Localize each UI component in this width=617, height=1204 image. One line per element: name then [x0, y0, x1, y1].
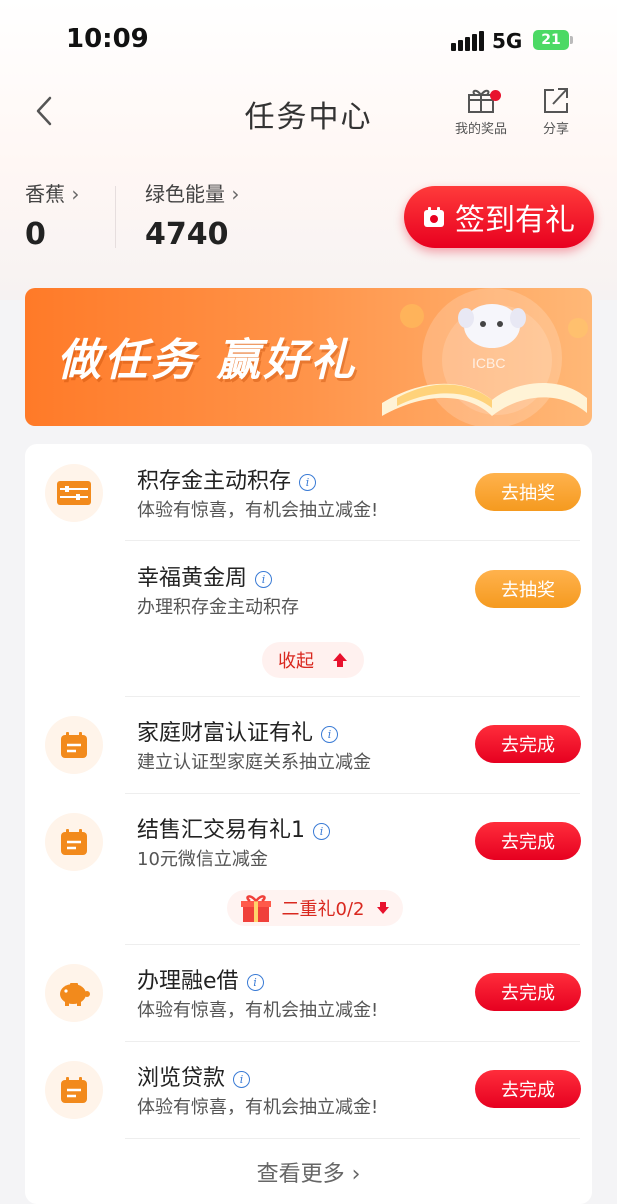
battery-icon: 21: [533, 30, 573, 50]
signal-icon: [451, 31, 485, 51]
divider: [125, 696, 580, 697]
calendar-check-icon: [424, 207, 444, 227]
energy-value: 4740: [145, 217, 229, 252]
divider: [125, 1138, 580, 1139]
promo-banner[interactable]: 做任务 赢好礼 ICBC: [25, 288, 592, 426]
status-bar: 10:09 5G 21: [0, 0, 617, 80]
calendar-icon: [45, 813, 103, 871]
network-type: 5G: [492, 29, 523, 53]
collapse-label: 收起: [278, 651, 314, 672]
chevron-right-icon: ›: [351, 1162, 361, 1187]
view-more-link[interactable]: 查看更多 ›: [25, 1156, 592, 1188]
bank-logo-text: ICBC: [472, 355, 505, 371]
view-more-label: 查看更多: [256, 1162, 345, 1187]
chevron-right-icon: ›: [231, 182, 240, 206]
task-title: 结售汇交易有礼1: [137, 818, 305, 843]
divider: [125, 793, 580, 794]
share-icon: [544, 88, 568, 113]
info-icon[interactable]: i: [246, 974, 264, 991]
calendar-icon: [45, 1061, 103, 1119]
collapse-button[interactable]: 收起: [262, 642, 364, 678]
task-title: 幸福黄金周: [137, 566, 248, 591]
my-prizes-button[interactable]: 我的奖品: [446, 86, 516, 137]
task-title: 家庭财富认证有礼: [137, 721, 314, 746]
info-icon[interactable]: i: [233, 1071, 251, 1088]
task-title: 浏览贷款: [137, 1066, 226, 1091]
notification-dot: [490, 90, 501, 101]
task-description: 体验有惊喜，有机会抽立减金!: [137, 500, 379, 521]
chevron-right-icon: ›: [71, 182, 80, 206]
info-icon[interactable]: i: [313, 823, 330, 840]
sign-in-label: 签到有礼: [455, 203, 575, 238]
info-icon[interactable]: i: [321, 726, 339, 743]
complete-button[interactable]: 去完成: [475, 973, 581, 1011]
status-time: 10:09: [66, 24, 149, 54]
battery-level: 21: [541, 32, 561, 48]
abacus-icon: [45, 464, 103, 522]
my-prizes-label: 我的奖品: [454, 122, 507, 137]
task-list: 积存金主动积存 i 体验有惊喜，有机会抽立减金! 去抽奖 幸福黄金周 i 办理积存金…: [25, 444, 592, 1204]
task-title: 积存金主动积存: [137, 469, 292, 494]
calendar-icon: [45, 716, 103, 774]
piggy-bank-icon: [45, 964, 103, 1022]
divider: [125, 944, 580, 945]
task-description: 体验有惊喜，有机会抽立减金!: [137, 1097, 379, 1118]
draw-prize-button[interactable]: 去抽奖: [475, 473, 581, 511]
energy-stat[interactable]: 绿色能量 › 4740: [145, 178, 239, 252]
divider: [115, 186, 116, 248]
double-gift-label: 二重礼0/2: [281, 899, 365, 920]
draw-prize-button[interactable]: 去抽奖: [475, 570, 581, 608]
double-gift-toggle[interactable]: 二重礼0/2: [227, 890, 403, 926]
share-button[interactable]: 分享: [521, 86, 591, 137]
banana-label: 香蕉: [25, 182, 65, 206]
info-icon[interactable]: i: [255, 571, 273, 588]
divider: [125, 1041, 580, 1042]
info-icon[interactable]: i: [299, 474, 317, 491]
task-description: 10元微信立减金: [137, 849, 268, 870]
task-description: 体验有惊喜，有机会抽立减金!: [137, 1000, 379, 1021]
task-title: 办理融e借: [137, 969, 239, 994]
divider: [125, 540, 580, 541]
complete-button[interactable]: 去完成: [475, 822, 581, 860]
complete-button[interactable]: 去完成: [475, 725, 581, 763]
banana-stat[interactable]: 香蕉 › 0: [25, 178, 79, 252]
sign-in-button[interactable]: 签到有礼: [404, 186, 594, 248]
task-description: 建立认证型家庭关系抽立减金: [137, 752, 371, 773]
arrow-down-icon: [377, 902, 390, 914]
energy-label: 绿色能量: [145, 182, 225, 206]
nav-bar: 任务中心 我的奖品 分享: [0, 80, 617, 150]
book-mascot-illustration: ICBC: [382, 288, 588, 426]
banana-value: 0: [25, 217, 46, 252]
gift-box-icon: [240, 895, 271, 922]
share-label: 分享: [542, 122, 569, 137]
banner-title: 做任务 赢好礼: [57, 335, 358, 386]
arrow-up-icon: [333, 653, 347, 667]
task-description: 办理积存金主动积存: [137, 597, 299, 618]
complete-button[interactable]: 去完成: [475, 1070, 581, 1108]
